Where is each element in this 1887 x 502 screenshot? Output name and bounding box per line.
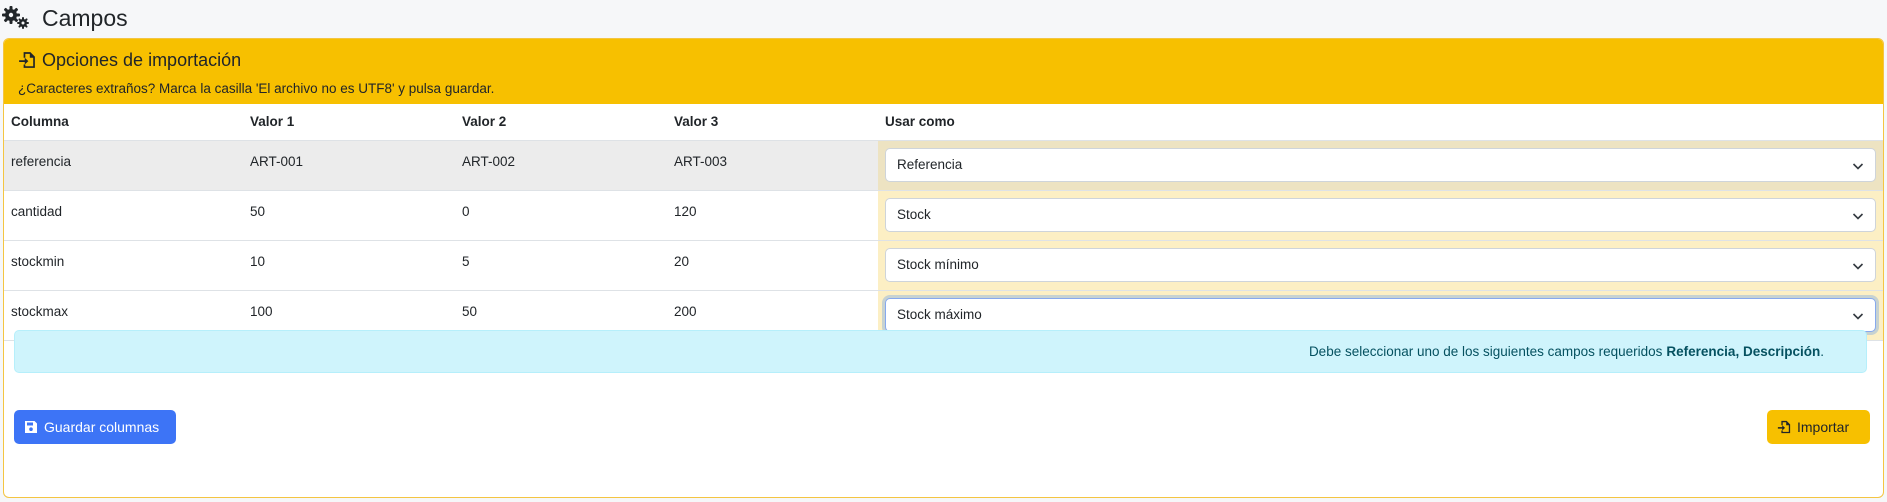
usar-como-select[interactable]: Stock mínimo (885, 247, 1876, 282)
cell-valor-1: ART-001 (243, 140, 455, 191)
select-value: Stock (897, 207, 931, 222)
table-header-row: Columna Valor 1 Valor 2 Valor 3 Usar com… (4, 104, 1883, 141)
chevron-down-icon (1852, 162, 1864, 170)
card-title: Opciones de importación (42, 49, 242, 70)
floppy-disk-icon (25, 421, 37, 433)
cell-valor-2: 0 (455, 190, 667, 241)
page-title: Campos (42, 4, 128, 31)
header-usar-como: Usar como (878, 104, 1883, 141)
cell-valor-3: 120 (667, 190, 878, 241)
cell-columna: stockmin (4, 240, 243, 291)
usar-como-select[interactable]: Stock (885, 197, 1876, 232)
select-value: Stock máximo (897, 307, 982, 322)
gears-icon (2, 6, 29, 29)
usar-como-select[interactable]: Referencia (885, 147, 1876, 182)
header-columna: Columna (4, 104, 243, 141)
chevron-down-icon (1852, 312, 1864, 320)
cell-usar-como: Stock (878, 190, 1883, 241)
cell-valor-3: 20 (667, 240, 878, 291)
cell-valor-1: 50 (243, 190, 455, 241)
usar-como-select[interactable]: Stock máximo (885, 297, 1876, 332)
table-row: cantidad 50 0 120 Stock (4, 190, 1883, 241)
header-valor-1: Valor 1 (243, 104, 455, 141)
table-row: referencia ART-001 ART-002 ART-003 Refer… (4, 140, 1883, 191)
cell-valor-2: ART-002 (455, 140, 667, 191)
import-button[interactable]: Importar (1767, 410, 1870, 444)
cell-usar-como: Stock mínimo (878, 240, 1883, 291)
save-columns-label: Guardar columnas (44, 419, 160, 435)
file-import-icon (19, 52, 35, 68)
table-row: stockmin 10 5 20 Stock mínimo (4, 240, 1883, 291)
save-columns-button[interactable]: Guardar columnas (14, 410, 176, 444)
cell-columna: referencia (4, 140, 243, 191)
header-valor-3: Valor 3 (667, 104, 878, 141)
card-subtitle: ¿Caracteres extraños? Marca la casilla '… (18, 81, 495, 96)
select-value: Stock mínimo (897, 257, 979, 272)
chevron-down-icon (1852, 262, 1864, 270)
cell-columna: cantidad (4, 190, 243, 241)
file-import-icon (1777, 420, 1791, 434)
required-fields-alert: Debe seleccionar uno de los siguientes c… (14, 330, 1867, 373)
header-valor-2: Valor 2 (455, 104, 667, 141)
import-options-card: Opciones de importación ¿Caracteres extr… (3, 38, 1884, 498)
chevron-down-icon (1852, 212, 1864, 220)
cell-valor-1: 10 (243, 240, 455, 291)
page-header: Campos (0, 0, 1887, 36)
cell-valor-3: ART-003 (667, 140, 878, 191)
alert-required-fields: Referencia, Descripción (1666, 344, 1821, 359)
cell-valor-2: 5 (455, 240, 667, 291)
card-header: Opciones de importación ¿Caracteres extr… (4, 39, 1883, 104)
select-value: Referencia (897, 157, 963, 172)
alert-end: . (1820, 344, 1824, 359)
card-title-row: Opciones de importación (18, 45, 1871, 75)
alert-text: Debe seleccionar uno de los siguientes c… (1308, 344, 1663, 359)
cell-usar-como: Referencia (878, 140, 1883, 191)
columns-table: Columna Valor 1 Valor 2 Valor 3 Usar com… (4, 104, 1883, 341)
import-label: Importar (1797, 419, 1850, 435)
